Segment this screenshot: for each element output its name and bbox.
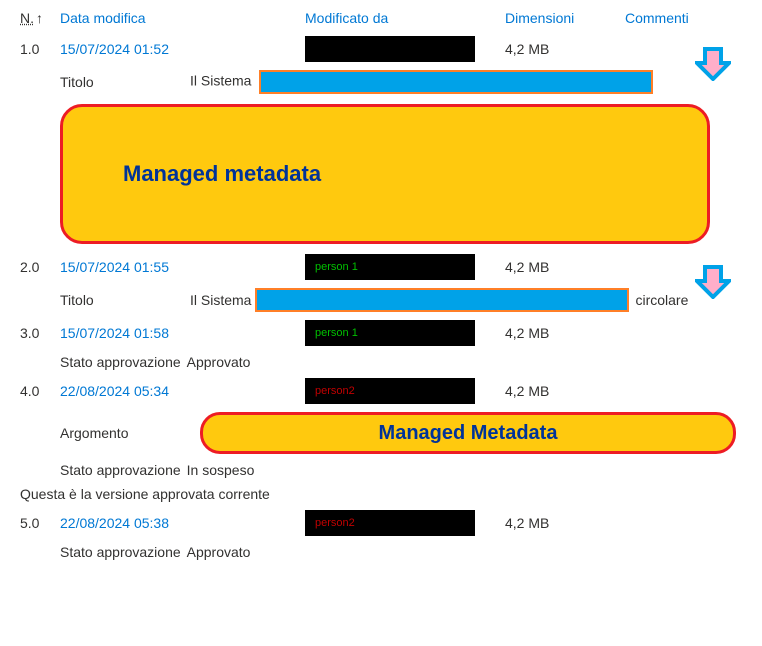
detail-approval: Stato approvazione Approvato: [20, 540, 742, 564]
version-date-link[interactable]: 15/07/2024 01:55: [60, 259, 305, 275]
header-n-label: N.: [20, 10, 34, 26]
modified-by-redacted: person2: [305, 510, 475, 536]
detail-label: Titolo: [60, 74, 190, 90]
approval-value: Approvato: [187, 354, 251, 370]
version-number: 5.0: [20, 515, 60, 531]
download-arrow-icon: [695, 265, 731, 299]
table-header: N.↑ Data modifica Modificato da Dimensio…: [20, 10, 742, 32]
current-approved-note: Questa è la versione approvata corrente: [20, 482, 742, 506]
version-date-link[interactable]: 15/07/2024 01:58: [60, 325, 305, 341]
version-size: 4,2 MB: [505, 259, 625, 275]
version-size: 4,2 MB: [505, 325, 625, 341]
version-row: 1.0 15/07/2024 01:52 4,2 MB: [20, 32, 742, 66]
version-date-link[interactable]: 15/07/2024 01:52: [60, 41, 305, 57]
modified-by-redacted: person 1: [305, 254, 475, 280]
version-row: 5.0 22/08/2024 05:38 person2 4,2 MB: [20, 506, 742, 540]
detail-approval: Stato approvazione Approvato: [20, 350, 742, 374]
version-date-link[interactable]: 22/08/2024 05:34: [60, 383, 305, 399]
managed-metadata-callout: Managed Metadata: [200, 412, 736, 454]
version-size: 4,2 MB: [505, 515, 625, 531]
version-size: 4,2 MB: [505, 41, 625, 57]
detail-label: Stato approvazione: [60, 354, 181, 370]
detail-titolo: Titolo Il Sistema: [20, 66, 742, 98]
header-modified-by[interactable]: Modificato da: [305, 10, 505, 26]
approval-value: Approvato: [187, 544, 251, 560]
managed-metadata-label: Managed metadata: [123, 161, 321, 187]
modified-by-redacted: person 1: [305, 320, 475, 346]
redacted-bar: [259, 70, 653, 94]
detail-label: Titolo: [60, 292, 190, 308]
sort-asc-icon: ↑: [36, 10, 43, 26]
detail-approval: Stato approvazione In sospeso: [20, 458, 742, 482]
titolo-value: Il Sistema: [190, 73, 251, 89]
version-number: 1.0: [20, 41, 60, 57]
header-date[interactable]: Data modifica: [60, 10, 305, 26]
version-size: 4,2 MB: [505, 383, 625, 399]
modified-by-redacted: person2: [305, 378, 475, 404]
detail-titolo: Titolo Il Sistema circolare: [20, 284, 742, 316]
header-comments[interactable]: Commenti: [625, 10, 742, 26]
header-n[interactable]: N.↑: [20, 10, 60, 26]
approval-value: In sospeso: [187, 462, 255, 478]
version-number: 2.0: [20, 259, 60, 275]
managed-metadata-callout: Managed metadata: [60, 104, 710, 244]
titolo-trailing: circolare: [635, 292, 688, 308]
download-arrow-icon: [695, 47, 731, 81]
version-row: 3.0 15/07/2024 01:58 person 1 4,2 MB: [20, 316, 742, 350]
header-size[interactable]: Dimensioni: [505, 10, 625, 26]
detail-label: Argomento: [60, 425, 190, 441]
redacted-bar: [255, 288, 629, 312]
detail-label: Stato approvazione: [60, 544, 181, 560]
titolo-value: Il Sistema: [190, 292, 251, 308]
detail-label: Stato approvazione: [60, 462, 181, 478]
version-number: 3.0: [20, 325, 60, 341]
version-row: 2.0 15/07/2024 01:55 person 1 4,2 MB: [20, 250, 742, 284]
version-row: 4.0 22/08/2024 05:34 person2 4,2 MB: [20, 374, 742, 408]
modified-by-redacted: [305, 36, 475, 62]
version-number: 4.0: [20, 383, 60, 399]
detail-argomento: Argomento Managed Metadata: [20, 408, 742, 458]
managed-metadata-label: Managed Metadata: [379, 422, 558, 444]
version-date-link[interactable]: 22/08/2024 05:38: [60, 515, 305, 531]
